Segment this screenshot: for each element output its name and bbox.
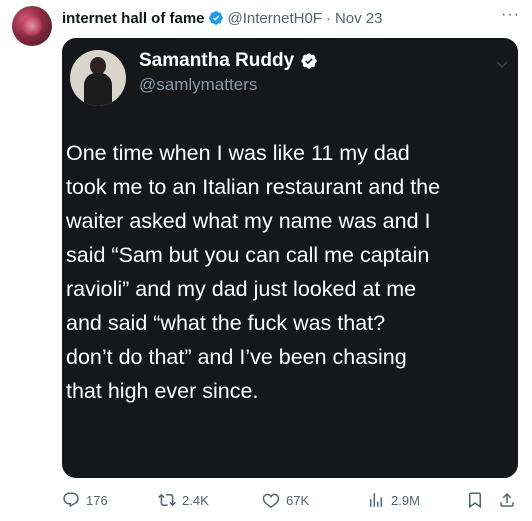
like-icon [262, 493, 280, 508]
inner-tweet-text: One time when I was like 11 my dad took … [66, 141, 441, 403]
inner-author: Samantha Ruddy [139, 50, 318, 72]
reply-count: 176 [86, 492, 108, 508]
views-button[interactable]: 2.9M [367, 491, 420, 509]
reply-icon [63, 492, 79, 508]
author-name[interactable]: internet hall of fame [62, 10, 205, 27]
like-count: 67K [286, 492, 310, 508]
reply-button[interactable]: 176 [62, 491, 108, 509]
views-icon [370, 493, 382, 507]
chevron-down-icon [496, 61, 508, 69]
inner-author-name: Samantha Ruddy [139, 50, 295, 71]
action-bar: 176 2.4K 67K 2.9M [62, 486, 526, 514]
repost-count: 2.4K [182, 492, 209, 508]
verified-badge-icon [301, 53, 317, 69]
inner-avatar [70, 50, 126, 106]
more-icon[interactable]: ··· [501, 6, 520, 24]
separator-dot: · [325, 9, 331, 27]
repost-icon [158, 493, 176, 507]
repost-button[interactable]: 2.4K [158, 491, 209, 509]
bookmark-icon [469, 492, 481, 509]
author-avatar[interactable] [12, 6, 52, 46]
like-button[interactable]: 67K [262, 491, 309, 509]
views-count: 2.9M [391, 492, 420, 508]
author-handle[interactable]: @InternetH0F [228, 10, 322, 27]
inner-author-handle: @samlymatters [139, 75, 258, 94]
tweet-header: internet hall of fame @InternetH0F · Nov… [62, 8, 512, 28]
bookmark-button[interactable] [466, 491, 484, 509]
verified-badge-icon [208, 11, 223, 25]
tweet-media-image[interactable]: Samantha Ruddy @samlymatters One time wh… [62, 38, 518, 478]
share-icon [500, 492, 514, 507]
tweet-date[interactable]: Nov 23 [335, 10, 383, 27]
share-button[interactable] [498, 491, 516, 509]
